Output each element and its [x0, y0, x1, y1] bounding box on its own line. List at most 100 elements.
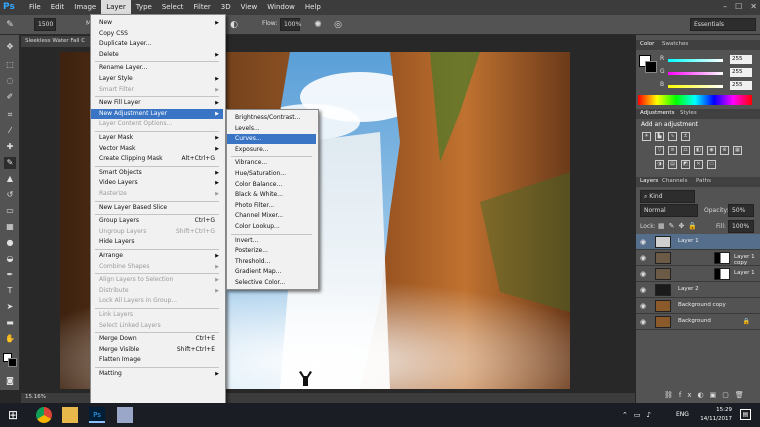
document-tab[interactable]: Sleekless Water Fall C — [21, 36, 95, 47]
layer-menu-copy-css[interactable]: Copy CSS — [91, 29, 223, 39]
layer-row[interactable]: ◉ Layer 1 — [636, 266, 760, 282]
layer-menu-group-layers[interactable]: Group Layers Ctrl+G — [91, 216, 223, 226]
layer-menu-new-fill-layer[interactable]: New Fill Layer ▶ — [91, 98, 223, 108]
brush-size-picker[interactable]: 1500 — [34, 18, 56, 31]
brightness-adjustment-icon[interactable]: ☀ — [642, 132, 651, 141]
layers-footer-icons[interactable]: ⛓fx◐▣▢🗑 — [664, 391, 750, 399]
healing-brush-tool-icon[interactable]: ✚ — [4, 141, 16, 153]
layer-menu-smart-objects[interactable]: Smart Objects ▶ — [91, 168, 223, 178]
adjustment-curves[interactable]: Curves... — [227, 134, 316, 145]
green-slider[interactable]: G 255 — [660, 68, 756, 78]
tab-swatches[interactable]: Swatches — [662, 41, 688, 47]
path-selection-tool-icon[interactable]: ➤ — [4, 301, 16, 313]
adjustment-black-white[interactable]: Black & White... — [227, 190, 316, 200]
opacity-field[interactable]: 50% — [728, 204, 754, 217]
menu-file[interactable]: File — [24, 0, 46, 15]
black-white-adjustment-icon[interactable]: ◧ — [694, 146, 703, 155]
layer-name[interactable]: Background copy — [678, 302, 726, 308]
layer-menu-flatten-image[interactable]: Flatten Image — [91, 355, 223, 365]
exposure-adjustment-icon[interactable]: ± — [681, 132, 690, 141]
layer-menu-duplicate-layer[interactable]: Duplicate Layer... — [91, 39, 223, 49]
shape-tool-icon[interactable]: ▬ — [4, 317, 16, 329]
color-spectrum-ramp[interactable] — [638, 95, 752, 105]
workspace-switcher[interactable]: Essentials — [690, 18, 756, 31]
hand-tool-icon[interactable]: ✋ — [4, 333, 16, 345]
visibility-eye-icon[interactable]: ◉ — [640, 238, 646, 246]
layer-menu-merge-visible[interactable]: Merge Visible Shift+Ctrl+E — [91, 345, 223, 355]
adjustment-channel-mixer[interactable]: Channel Mixer... — [227, 211, 316, 221]
tab-color[interactable]: Color — [640, 41, 654, 47]
eyedropper-tool-icon[interactable]: ⁄ — [4, 125, 16, 137]
channel-mixer-adjustment-icon[interactable]: ⊕ — [720, 146, 729, 155]
background-color-swatch[interactable] — [8, 358, 17, 367]
layer-row[interactable]: ◉ Layer 1 copy — [636, 250, 760, 266]
layer-menu-new[interactable]: New ▶ — [91, 18, 223, 28]
tab-layers[interactable]: Layers — [640, 178, 658, 184]
eraser-tool-icon[interactable]: ▭ — [4, 205, 16, 217]
visibility-eye-icon[interactable]: ◉ — [640, 254, 646, 262]
visibility-eye-icon[interactable]: ◉ — [640, 286, 646, 294]
gradient-tool-icon[interactable]: ▦ — [4, 221, 16, 233]
lock-icons[interactable]: ▦✎✥🔒 — [658, 222, 701, 230]
adjustment-posterize[interactable]: Posterize... — [227, 246, 316, 256]
adjustment-vibrance[interactable]: Vibrance... — [227, 158, 316, 168]
menu-type[interactable]: Type — [131, 0, 157, 15]
red-slider[interactable]: R 255 — [660, 55, 756, 65]
pressure-size-icon[interactable]: ◎ — [332, 19, 344, 31]
layer-menu-merge-down[interactable]: Merge Down Ctrl+E — [91, 334, 223, 344]
marquee-tool-icon[interactable]: ⬚ — [4, 59, 16, 71]
fill-field[interactable]: 100% — [728, 220, 754, 233]
layer-name[interactable]: Background — [678, 318, 711, 324]
layer-mask-thumbnail[interactable] — [714, 252, 730, 264]
layer-menu-create-clipping-mask[interactable]: Create Clipping Mask Alt+Ctrl+G — [91, 154, 223, 164]
airbrush-icon[interactable]: ✺ — [312, 19, 324, 31]
photoshop-taskbar-icon[interactable]: Ps — [89, 407, 105, 423]
adjustment-photo-filter[interactable]: Photo Filter... — [227, 201, 316, 211]
layer-filter-kind[interactable]: ⌕ Kind — [640, 190, 695, 203]
levels-adjustment-icon[interactable]: ▙ — [655, 132, 664, 141]
adjustment-gradient-map[interactable]: Gradient Map... — [227, 267, 316, 277]
adjustment-exposure[interactable]: Exposure... — [227, 145, 316, 155]
file-explorer-icon[interactable] — [62, 407, 78, 423]
move-tool-icon[interactable]: ✥ — [4, 41, 16, 53]
tab-paths[interactable]: Paths — [696, 178, 711, 184]
menu-3d[interactable]: 3D — [216, 0, 236, 15]
layer-row[interactable]: ◉ Background copy — [636, 298, 760, 314]
adjustment-brightness-contrast[interactable]: Brightness/Contrast... — [227, 113, 316, 123]
menu-edit[interactable]: Edit — [46, 0, 70, 15]
layer-menu-hide-layers[interactable]: Hide Layers — [91, 237, 223, 247]
blur-tool-icon[interactable]: ● — [4, 237, 16, 249]
adjustment-hue-saturation[interactable]: Hue/Saturation... — [227, 169, 316, 179]
layer-mask-thumbnail[interactable] — [714, 268, 730, 280]
threshold-adjustment-icon[interactable]: ◩ — [681, 160, 690, 169]
vibrance-adjustment-icon[interactable]: ▽ — [655, 146, 664, 155]
flow-field[interactable]: 100% — [280, 18, 301, 31]
crop-tool-icon[interactable]: ⌗ — [4, 109, 16, 121]
adjustment-levels[interactable]: Levels... — [227, 124, 316, 134]
adjustment-selective-color[interactable]: Selective Color... — [227, 278, 316, 288]
brush-tool-icon[interactable]: ✎ — [4, 19, 16, 31]
visibility-eye-icon[interactable]: ◉ — [640, 318, 646, 326]
posterize-adjustment-icon[interactable]: ▤ — [668, 160, 677, 169]
layer-menu-new-adjustment-layer[interactable]: New Adjustment Layer ▶ — [91, 108, 223, 119]
clock-time[interactable]: 15:29 — [716, 407, 732, 413]
minimize-button[interactable]: – — [723, 2, 727, 11]
tab-channels[interactable]: Channels — [662, 178, 687, 184]
opacity-pressure-icon[interactable]: ◐ — [228, 19, 240, 31]
photo-filter-adjustment-icon[interactable]: ◉ — [707, 146, 716, 155]
type-tool-icon[interactable]: T — [4, 285, 16, 297]
history-brush-tool-icon[interactable]: ↺ — [4, 189, 16, 201]
layer-row[interactable]: ◉ Layer 2 — [636, 282, 760, 298]
layer-menu-video-layers[interactable]: Video Layers ▶ — [91, 178, 223, 188]
color-lookup-adjustment-icon[interactable]: ▦ — [733, 146, 742, 155]
menu-filter[interactable]: Filter — [188, 0, 215, 15]
layer-menu-arrange[interactable]: Arrange ▶ — [91, 251, 223, 261]
adjustment-color-balance[interactable]: Color Balance... — [227, 180, 316, 190]
layer-menu-layer-style[interactable]: Layer Style ▶ — [91, 74, 223, 84]
tray-icons[interactable]: ⌃▭♪ — [622, 411, 657, 419]
clock-date[interactable]: 14/11/2017 — [700, 416, 732, 422]
layer-name[interactable]: Layer 1 copy — [734, 254, 760, 266]
blend-mode-select[interactable]: Normal — [640, 204, 698, 217]
windows-start-icon[interactable]: ⊞ — [8, 407, 24, 423]
layer-row[interactable]: ◉ Layer 1 — [636, 234, 760, 250]
